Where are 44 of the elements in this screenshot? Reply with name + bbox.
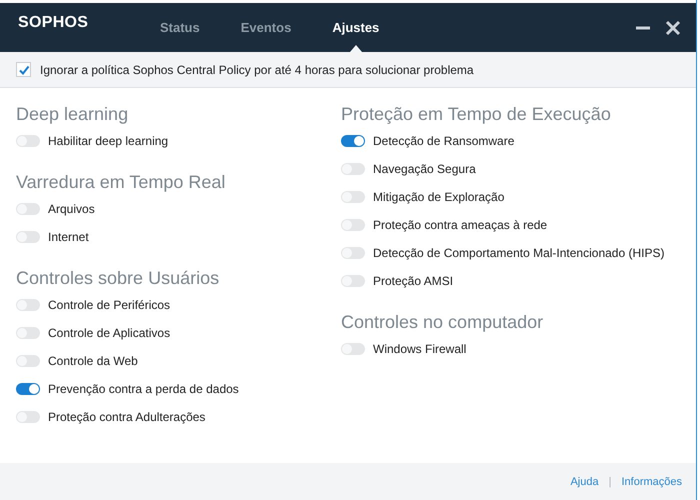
section-heading: Controles sobre Usuários xyxy=(16,268,220,290)
toggle-label: Mitigação de Exploração xyxy=(373,190,504,204)
toggle-label: Proteção contra ameaças à rede xyxy=(373,218,548,232)
toggle-switch[interactable] xyxy=(341,343,365,355)
toggle-label: Windows Firewall xyxy=(373,342,466,356)
toggle-switch[interactable] xyxy=(16,231,40,243)
section-heading: Proteção em Tempo de Execução xyxy=(341,104,612,126)
toggle-label: Proteção AMSI xyxy=(373,274,454,288)
toggle-switch[interactable] xyxy=(341,275,365,287)
tab[interactable]: Eventos xyxy=(222,3,310,52)
close-icon[interactable] xyxy=(664,18,682,36)
toggle-switch[interactable] xyxy=(16,135,40,147)
toggle-label: Detecção de Comportamento Mal-Intencionado (HIPS) xyxy=(373,246,664,260)
toggle-switch[interactable] xyxy=(16,327,40,339)
toggle-label: Controle da Web xyxy=(48,354,138,368)
toggle-switch[interactable] xyxy=(341,247,365,259)
toggle-label: Internet xyxy=(48,230,89,244)
toggle-label: Navegação Segura xyxy=(373,162,476,176)
toggle-switch[interactable] xyxy=(16,411,40,423)
section-heading: Deep learning xyxy=(16,104,130,126)
toggle-switch[interactable] xyxy=(341,191,365,203)
toggle-label: Controle de Aplicativos xyxy=(48,326,170,340)
separator: | xyxy=(608,476,612,488)
tab[interactable]: Status xyxy=(142,3,218,52)
logo: SOPHOS xyxy=(18,14,90,32)
toggle-switch[interactable] xyxy=(341,219,365,231)
toggle-switch[interactable] xyxy=(16,203,40,215)
checkbox[interactable] xyxy=(16,62,31,77)
toggle-switch[interactable] xyxy=(16,355,40,367)
link[interactable]: Ajuda xyxy=(570,476,599,488)
toggle-switch[interactable] xyxy=(341,163,365,175)
checkbox-label: Ignorar a política Sophos Central Policy por até 4 horas para solucionar problema xyxy=(40,62,474,76)
section-heading: Controles no computador xyxy=(341,312,544,334)
toggle-label: Detecção de Ransomware xyxy=(373,134,514,148)
section-heading: Varredura em Tempo Real xyxy=(16,172,226,194)
toggle-switch[interactable] xyxy=(16,383,40,395)
toggle-label: Proteção contra Adulterações xyxy=(48,410,206,424)
toggle-switch[interactable] xyxy=(341,135,365,147)
toggle-switch[interactable] xyxy=(16,299,40,311)
toggle-label: Habilitar deep learning xyxy=(48,134,168,148)
toggle-label: Prevenção contra a perda de dados xyxy=(48,382,239,396)
toggle-label: Controle de Periféricos xyxy=(48,298,170,312)
link[interactable]: Informações xyxy=(621,476,682,488)
toggle-label: Arquivos xyxy=(48,202,95,216)
